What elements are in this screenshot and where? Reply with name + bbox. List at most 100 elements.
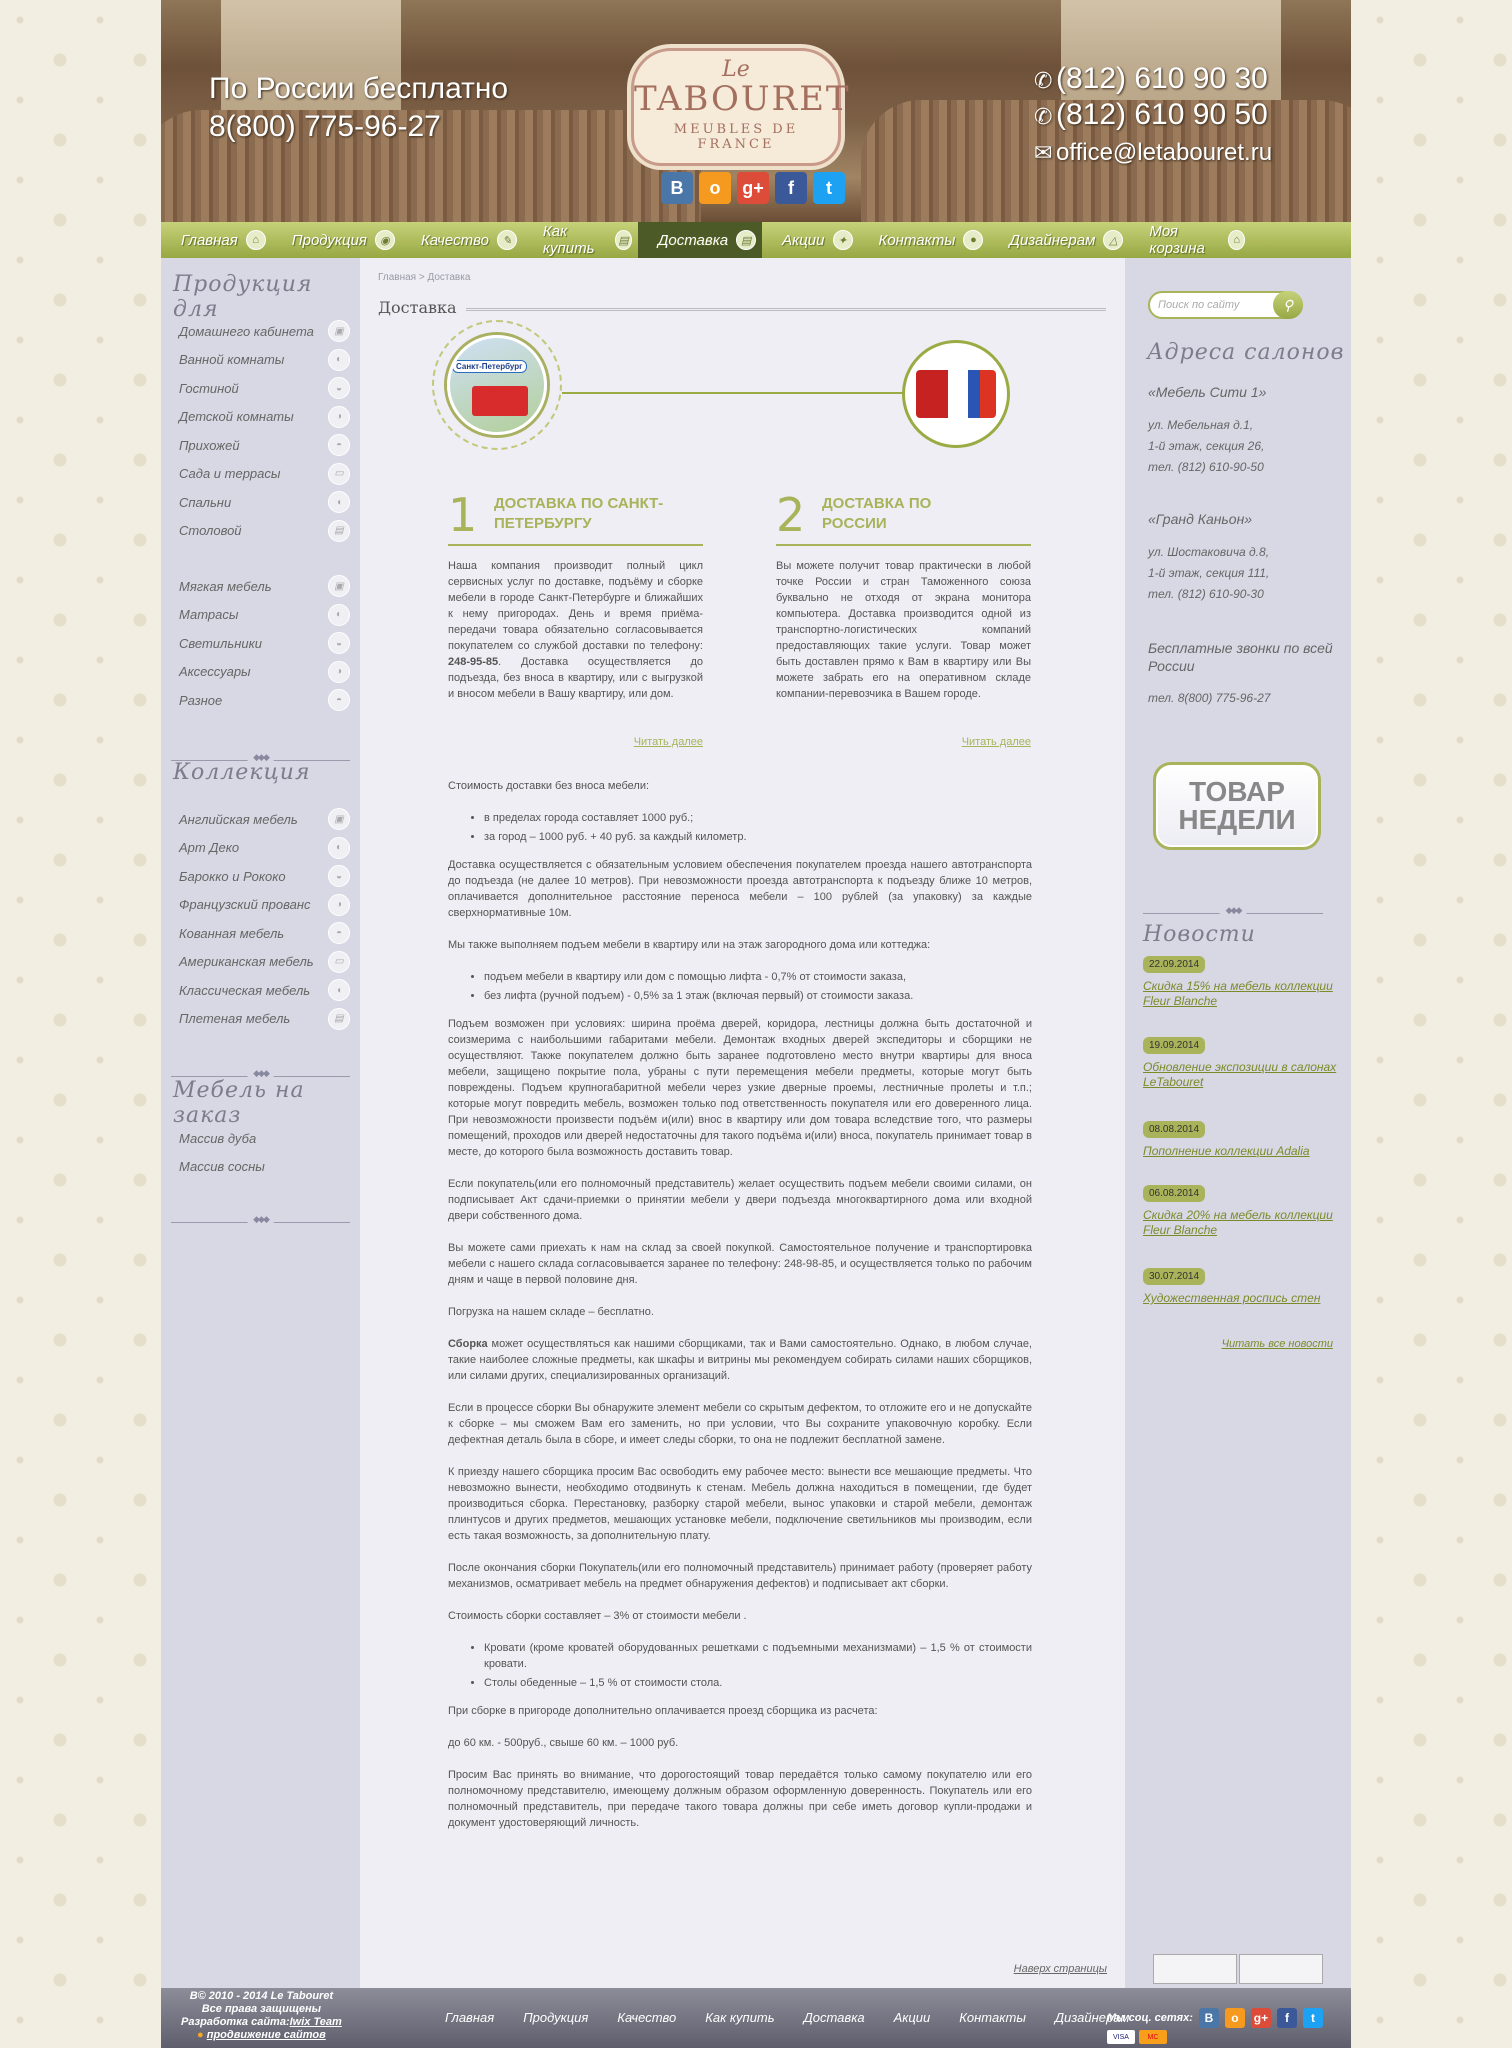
vk-icon[interactable]: В [1198,2008,1219,2028]
odnoklassniki-icon[interactable]: о [699,172,731,204]
all-news-link[interactable]: Читать все новости [1222,1338,1333,1350]
nav-item-home[interactable]: Главная ⌂ [161,222,272,258]
sidebar-item[interactable]: Спальни ◖ [179,488,350,517]
sidebar-item[interactable]: Мягкая мебель ▣ [179,572,350,601]
developer-label: Разработка сайта: [181,2016,290,2028]
step-number: 2 [776,488,806,542]
promo-link[interactable]: продвижение сайтов [207,2029,326,2041]
nav-label: Продукция [291,231,367,249]
site-logo[interactable]: Le TABOURET MEUBLES DE FRANCE [631,48,849,166]
footer-nav-link[interactable]: Доставка [804,2010,865,2025]
nav-item-cart[interactable]: Моя корзина ⌂ [1129,222,1251,258]
sidebar-item[interactable]: Светильники ◒ [179,629,350,658]
back-to-top-link[interactable]: Наверх страницы [1014,1963,1107,1975]
footer-nav-link[interactable]: Главная [445,2010,494,2025]
banner-image[interactable] [1239,1954,1323,1984]
sidebar-item[interactable]: Массив сосны [179,1153,350,1182]
footer-nav-link[interactable]: Контакты [959,2010,1026,2025]
nav-item-designers[interactable]: Дизайнерам △ [989,222,1129,258]
product-of-week-button[interactable]: ТОВАР НЕДЕЛИ [1153,762,1321,850]
sidebar-item[interactable]: Французский прованс ◑ [179,891,350,920]
news-link[interactable]: Обновление экспозиции в салонах LeTabour… [1143,1060,1343,1090]
search-button[interactable]: ⚲ [1273,291,1303,319]
mastercard-icon: MC [1139,2030,1167,2044]
free-call-block: По России бесплатно 8(800) 775-96-27 [209,70,508,146]
email-link[interactable]: office@letabouret.ru [1056,139,1272,166]
footer-nav-link[interactable]: Как купить [705,2010,774,2025]
spb-map-image: Санкт-Петербург [447,335,547,435]
read-more-link[interactable]: Читать далее [634,736,703,748]
sidebar-item-label: Классическая мебель [179,982,311,998]
assembly-price-list: Кровати (кроме кроватей оборудованных ре… [484,1640,1032,1691]
search-input[interactable]: Поиск по сайту ⚲ [1148,291,1303,319]
sidebar-item[interactable]: Матрасы ◐ [179,601,350,630]
category-icon: ▤ [328,1007,350,1030]
footer-nav-link[interactable]: Акции [894,2010,931,2025]
google-plus-icon[interactable]: g+ [737,172,769,204]
compass-icon: △ [1103,230,1124,250]
sidebar-item[interactable]: Столовой ▤ [179,517,350,546]
sidebar-item[interactable]: Английская мебель ▣ [179,805,350,834]
step-number: 1 [448,488,478,542]
sidebar-item[interactable]: Классическая мебель ◖ [179,976,350,1005]
phone-2[interactable]: (812) 610 90 50 [1056,98,1268,131]
title-underline [466,308,1106,311]
sidebar-item[interactable]: Домашнего кабинета ▣ [179,317,350,346]
phone-1[interactable]: (812) 610 90 30 [1056,62,1268,95]
news-date: 19.09.2014 [1143,1037,1206,1054]
sidebar-item[interactable]: Арт Деко ◐ [179,834,350,863]
sidebar-item-label: Аксессуары [179,664,251,680]
sidebar-item[interactable]: Кованная мебель ◓ [179,919,350,948]
sidebar-item[interactable]: Детской комнаты ◑ [179,403,350,432]
twitter-icon[interactable]: t [813,172,845,204]
nav-item-how-to-buy[interactable]: Как купить ▤ [523,222,638,258]
nav-item-products[interactable]: Продукция ◉ [272,222,401,258]
sidebar-item[interactable]: Разное ◓ [179,686,350,715]
news-link[interactable]: Скидка 20% на мебель коллекции Fleur Bla… [1143,1208,1343,1238]
nav-item-contacts[interactable]: Контакты ● [859,222,990,258]
sidebar-item[interactable]: Прихожей ◓ [179,431,350,460]
sidebar-item[interactable]: Ванной комнаты ◐ [179,346,350,375]
sidebar-item[interactable]: Барокко и Рококо ◒ [179,862,350,891]
footer-nav-link[interactable]: Продукция [523,2010,588,2025]
nav-label: Главная [181,231,238,249]
nav-item-delivery[interactable]: Доставка ▤ [637,222,763,258]
news-link[interactable]: Скидка 15% на мебель коллекции Fleur Bla… [1143,979,1343,1009]
google-plus-icon[interactable]: g+ [1250,2008,1271,2028]
news-date: 30.07.2014 [1143,1268,1206,1285]
facebook-icon[interactable]: f [1276,2008,1297,2028]
sidebar-item[interactable]: Сада и террасы ▭ [179,460,350,489]
news-date: 08.08.2014 [1143,1121,1206,1138]
news-link[interactable]: Пополнение коллекции Adalia [1143,1144,1343,1159]
developer-link[interactable]: Iwix Team [290,2016,342,2028]
facebook-icon[interactable]: f [775,172,807,204]
sidebar-item-label: Французский прованс [179,897,311,913]
nav-item-promotions[interactable]: Акции ✦ [762,222,858,258]
category-icon: ▤ [328,519,350,542]
twitter-icon[interactable]: t [1302,2008,1323,2028]
home-icon: ⌂ [245,230,266,250]
news-date: 06.08.2014 [1143,1185,1206,1202]
nav-item-quality[interactable]: Качество ✎ [401,222,523,258]
category-icon: ◑ [328,660,350,683]
left-sidebar: Продукция для Домашнего кабинета ▣ Ванной … [161,258,360,1988]
banner-image[interactable] [1153,1954,1237,1984]
paragraph: После окончания сборки Покупатель(или ег… [448,1562,1032,1590]
news-link[interactable]: Художественная роспись стен [1143,1291,1343,1306]
sidebar-item[interactable]: Гостиной ◒ [179,374,350,403]
sidebar-item[interactable]: Аксессуары ◑ [179,658,350,687]
sidebar-item[interactable]: Американская мебель ▭ [179,948,350,977]
week-line: НЕДЕЛИ [1178,804,1296,835]
footer-nav-link[interactable]: Качество [617,2010,676,2025]
sidebar-item[interactable]: Плетеная мебель ▤ [179,1005,350,1034]
sidebar-item[interactable]: Массив дуба [179,1124,350,1153]
read-more-link[interactable]: Читать далее [962,736,1031,748]
paragraph: Погрузка на нашем складе – бесплатно. [448,1306,654,1318]
odnoklassniki-icon[interactable]: о [1224,2008,1245,2028]
vk-icon[interactable]: В [661,172,693,204]
nav-label: Доставка [657,231,729,249]
category-icon: ◐ [328,603,350,626]
products-title: Продукция для [173,272,313,322]
breadcrumb[interactable]: Главная > Доставка [378,272,470,283]
footer-nav: Главная Продукция Качество Как купить Достав… [445,2010,1158,2025]
